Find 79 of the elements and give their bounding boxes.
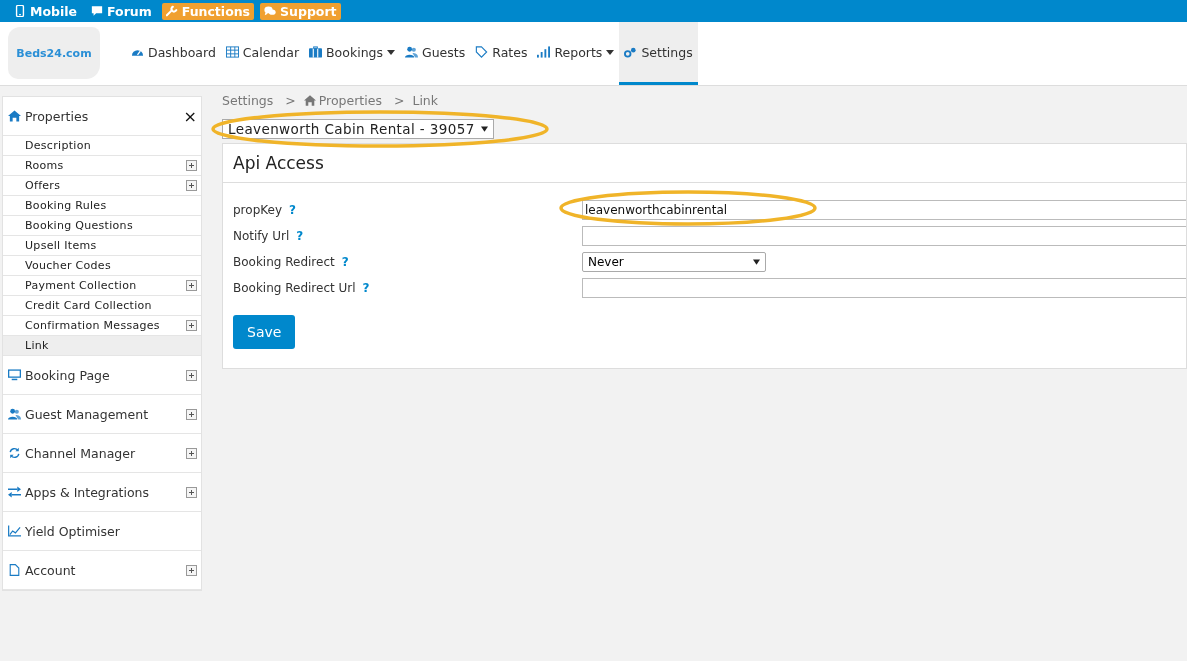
caret-icon — [753, 259, 760, 265]
sidebar-item[interactable]: Voucher Codes — [3, 256, 201, 276]
help-link[interactable]: ? — [341, 255, 349, 269]
expand-icon[interactable] — [186, 180, 197, 191]
home-icon — [303, 94, 316, 106]
sidebar-item[interactable]: Upsell Items — [3, 236, 201, 256]
breadcrumb-link[interactable]: Settings — [222, 92, 274, 108]
users-icon — [405, 46, 418, 58]
gears-icon — [624, 46, 638, 58]
swap-arrows-icon — [8, 486, 21, 498]
home-icon — [8, 110, 21, 122]
monitor-icon — [8, 369, 21, 381]
panel-title: Api Access — [223, 144, 1186, 183]
caret-icon — [480, 126, 488, 132]
sidebar-item[interactable]: Payment Collection — [3, 276, 201, 296]
sidebar-section[interactable]: Yield Optimiser — [3, 512, 201, 551]
nav-tab[interactable]: Dashboard — [126, 22, 221, 85]
breadcrumb-separator: > — [285, 92, 296, 108]
sidebar-section[interactable]: Properties × — [3, 97, 201, 136]
expand-icon[interactable] — [186, 280, 197, 291]
expand-icon[interactable] — [186, 408, 197, 420]
refresh-icon — [8, 447, 21, 459]
text-field[interactable] — [582, 226, 1186, 246]
sidebar-section[interactable]: Booking Page — [3, 356, 201, 395]
breadcrumb-link[interactable]: Link — [412, 92, 439, 108]
field-label: Booking Redirect Url — [233, 281, 356, 295]
sidebar-item[interactable]: Booking Rules — [3, 196, 201, 216]
caret-icon — [387, 49, 395, 55]
top-bar-link[interactable]: Mobile — [10, 2, 82, 20]
sidebar-section[interactable]: Channel Manager — [3, 434, 201, 473]
nav-tab[interactable]: Rates — [470, 22, 533, 85]
expand-icon[interactable] — [186, 320, 197, 331]
close-icon[interactable]: × — [183, 106, 197, 126]
nav-tab[interactable]: Reports — [532, 22, 620, 85]
field-label: Notify Url — [233, 229, 290, 243]
breadcrumb-separator: > — [393, 92, 405, 108]
top-bar-link[interactable]: Forum — [87, 2, 156, 20]
help-link[interactable]: ? — [362, 281, 370, 295]
suitcase-icon — [309, 46, 323, 58]
expand-icon[interactable] — [186, 369, 197, 381]
logo-text: Beds24.com — [16, 46, 92, 60]
text-field[interactable]: leavenworthcabinrental — [582, 200, 1186, 220]
wrench-icon — [165, 5, 178, 17]
expand-icon[interactable] — [186, 486, 197, 498]
select-field[interactable]: Never — [582, 252, 766, 272]
property-select[interactable]: Leavenworth Cabin Rental - 39057 — [222, 119, 494, 139]
sidebar-section[interactable]: Account — [3, 551, 201, 590]
users-icon — [8, 408, 21, 420]
help-link[interactable]: ? — [296, 229, 304, 243]
help-link[interactable]: ? — [289, 203, 296, 217]
sidebar-item[interactable]: Offers — [3, 176, 201, 196]
speech-bubbles-icon — [264, 5, 277, 17]
speech-bubble-icon — [91, 5, 104, 17]
caret-icon — [606, 49, 615, 55]
breadcrumb-link[interactable]: Properties — [303, 92, 382, 108]
text-field[interactable] — [582, 278, 1186, 298]
expand-icon[interactable] — [186, 564, 197, 576]
expand-icon[interactable] — [186, 447, 197, 459]
save-button[interactable]: Save — [233, 315, 296, 349]
nav-tab[interactable]: Calendar — [220, 22, 305, 85]
sidebar-item[interactable]: Link — [3, 336, 201, 356]
sidebar-section[interactable]: Apps & Integrations — [3, 473, 201, 512]
document-icon — [8, 564, 21, 576]
phone-icon — [14, 5, 26, 17]
line-chart-icon — [8, 525, 21, 537]
sidebar-item[interactable]: Description — [3, 136, 201, 156]
sidebar-item[interactable]: Rooms — [3, 156, 201, 176]
field-label: propKey — [233, 203, 282, 217]
nav-tab[interactable]: Settings — [619, 22, 698, 85]
sidebar-section[interactable]: Guest Management — [3, 395, 201, 434]
calendar-grid-icon — [225, 46, 239, 58]
field-label: Booking Redirect — [233, 255, 335, 269]
nav-tab[interactable]: Bookings — [304, 22, 400, 85]
expand-icon[interactable] — [186, 160, 197, 171]
tag-icon — [475, 46, 489, 58]
bar-chart-icon — [537, 46, 551, 58]
sidebar-item[interactable]: Credit Card Collection — [3, 296, 201, 316]
nav-tab[interactable]: Guests — [400, 22, 471, 85]
sidebar-item[interactable]: Booking Questions — [3, 216, 201, 236]
